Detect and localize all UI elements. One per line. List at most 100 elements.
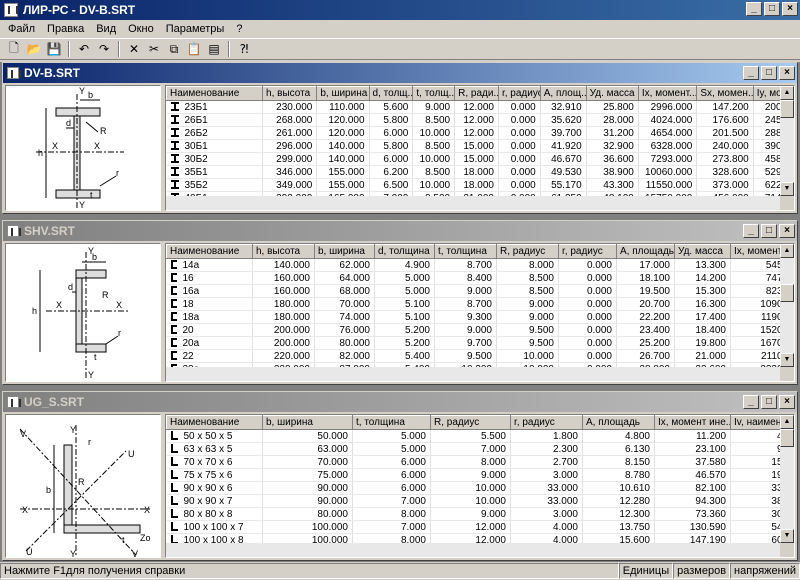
column-header[interactable]: h, высота — [252, 244, 315, 259]
value-cell[interactable]: 50.000 — [262, 429, 353, 443]
value-cell[interactable]: 64.000 — [314, 271, 375, 285]
value-cell[interactable]: 25.800 — [586, 100, 639, 114]
table-row[interactable]: 30Б1 296.000 140.000 5.800 8.500 15.000 0.000 4… — [166, 139, 794, 153]
value-cell[interactable]: 9.000 — [434, 323, 497, 337]
menu-window[interactable]: Окно — [122, 23, 160, 35]
value-cell[interactable]: 13.300 — [674, 258, 731, 272]
value-cell[interactable]: 110.000 — [316, 100, 370, 114]
table-row[interactable]: 35Б1 346.000 155.000 6.200 8.500 18.000 0.000 4… — [166, 165, 794, 179]
value-cell[interactable]: 5.000 — [374, 271, 435, 285]
column-header[interactable]: b, ширина — [262, 415, 353, 430]
section-name-cell[interactable]: 26Б1 — [166, 113, 264, 127]
table-row[interactable]: 16а 160.000 68.000 5.000 9.000 8.500 0.000 19.5… — [166, 284, 794, 298]
close-button[interactable]: × — [782, 2, 798, 16]
horizontal-scrollbar[interactable] — [166, 367, 780, 381]
value-cell[interactable]: 80.000 — [314, 336, 375, 350]
table-row[interactable]: 80 x 80 x 8 80.000 8.000 9.000 3.000 12.300 73… — [166, 507, 794, 521]
table-row[interactable]: 35Б2 349.000 155.000 6.500 10.000 18.000 0.000… — [166, 178, 794, 192]
scroll-down-button[interactable]: ▼ — [780, 529, 794, 543]
section-name-cell[interactable]: 20 — [166, 323, 253, 337]
table-row[interactable]: 90 x 90 x 7 90.000 7.000 10.000 33.000 12.280… — [166, 494, 794, 508]
undo-icon[interactable]: ↶ — [74, 40, 94, 58]
value-cell[interactable]: 2.300 — [510, 442, 583, 456]
value-cell[interactable]: 273.800 — [696, 152, 754, 166]
maximize-button[interactable]: □ — [761, 395, 777, 409]
horizontal-scrollbar[interactable] — [166, 196, 780, 210]
paste-special-icon[interactable]: ▤ — [204, 40, 224, 58]
close-button[interactable]: × — [779, 395, 795, 409]
column-header[interactable]: Уд. масса — [585, 86, 639, 101]
value-cell[interactable]: 49.530 — [540, 165, 587, 179]
value-cell[interactable]: 9.300 — [434, 310, 497, 324]
value-cell[interactable]: 90.000 — [262, 481, 353, 495]
value-cell[interactable]: 328.600 — [696, 165, 754, 179]
value-cell[interactable]: 201.500 — [696, 126, 754, 140]
table-row[interactable]: 100 x 100 x 7 100.000 7.000 12.000 4.000 13.7… — [166, 520, 794, 534]
value-cell[interactable]: 176.600 — [696, 113, 754, 127]
value-cell[interactable]: 33.000 — [510, 481, 583, 495]
value-cell[interactable]: 200.000 — [252, 336, 315, 350]
value-cell[interactable]: 5.100 — [374, 297, 435, 311]
table-row[interactable]: 26Б2 261.000 120.000 6.000 10.000 12.000 0.000… — [166, 126, 794, 140]
maximize-button[interactable]: □ — [761, 224, 777, 238]
section-name-cell[interactable]: 35Б1 — [166, 165, 264, 179]
value-cell[interactable]: 9.500 — [496, 323, 559, 337]
value-cell[interactable]: 3.000 — [510, 507, 583, 521]
value-cell[interactable]: 0.000 — [558, 349, 617, 363]
value-cell[interactable]: 147.200 — [696, 100, 754, 114]
value-cell[interactable]: 0.000 — [498, 100, 541, 114]
column-header[interactable]: Наименование — [166, 244, 253, 259]
value-cell[interactable]: 70.000 — [314, 297, 375, 311]
value-cell[interactable]: 8.700 — [434, 258, 497, 272]
value-cell[interactable]: 120.000 — [316, 113, 370, 127]
value-cell[interactable]: 21.000 — [674, 349, 731, 363]
value-cell[interactable]: 9.000 — [434, 284, 497, 298]
value-cell[interactable]: 268.000 — [262, 113, 318, 127]
column-header[interactable]: b, ширина — [314, 244, 375, 259]
column-header[interactable]: Ix, момент... — [637, 86, 698, 101]
value-cell[interactable]: 220.000 — [252, 349, 315, 363]
value-cell[interactable]: 8.000 — [496, 258, 559, 272]
value-cell[interactable]: 7.000 — [352, 520, 431, 534]
section-name-cell[interactable]: 90 x 90 x 7 — [166, 494, 263, 508]
value-cell[interactable]: 23.100 — [654, 442, 731, 456]
table-row[interactable]: 18а 180.000 74.000 5.100 9.300 9.000 0.000 22.2… — [166, 310, 794, 324]
value-cell[interactable]: 26.700 — [616, 349, 675, 363]
value-cell[interactable]: 349.000 — [262, 178, 318, 192]
column-header[interactable]: t, толщина — [434, 244, 497, 259]
scroll-thumb[interactable] — [780, 100, 794, 118]
value-cell[interactable]: 6.500 — [369, 178, 414, 192]
menu-edit[interactable]: Правка — [41, 23, 90, 35]
value-cell[interactable]: 46.570 — [654, 468, 731, 482]
table-row[interactable]: 18 180.000 70.000 5.100 8.700 9.000 0.000 20.70… — [166, 297, 794, 311]
value-cell[interactable]: 46.670 — [540, 152, 587, 166]
table-row[interactable]: 22 220.000 82.000 5.400 9.500 10.000 0.000 26.7… — [166, 349, 794, 363]
value-cell[interactable]: 9.500 — [434, 349, 497, 363]
value-cell[interactable]: 12.280 — [582, 494, 655, 508]
section-name-cell[interactable]: 22 — [166, 349, 253, 363]
close-button[interactable]: × — [779, 224, 795, 238]
value-cell[interactable]: 8.400 — [434, 271, 497, 285]
value-cell[interactable]: 82.000 — [314, 349, 375, 363]
value-cell[interactable]: 299.000 — [262, 152, 318, 166]
column-header[interactable]: b, ширина — [316, 86, 370, 101]
window-titlebar[interactable]: UG_S.SRT _ □ × — [3, 392, 797, 412]
value-cell[interactable]: 6.000 — [352, 481, 431, 495]
section-name-cell[interactable]: 30Б2 — [166, 152, 264, 166]
window-titlebar[interactable]: SHV.SRT _ □ × — [3, 221, 797, 241]
value-cell[interactable]: 25.200 — [616, 336, 675, 350]
value-cell[interactable]: 8.500 — [412, 113, 456, 127]
value-cell[interactable]: 8.500 — [412, 165, 456, 179]
value-cell[interactable]: 0.000 — [558, 310, 617, 324]
table-row[interactable]: 23Б1 230.000 110.000 5.600 9.000 12.000 0.000 3… — [166, 100, 794, 114]
value-cell[interactable]: 0.000 — [558, 323, 617, 337]
section-name-cell[interactable]: 20а — [166, 336, 253, 350]
scroll-up-button[interactable]: ▲ — [780, 415, 794, 429]
value-cell[interactable]: 12.000 — [430, 520, 511, 534]
menu-view[interactable]: Вид — [90, 23, 122, 35]
column-header[interactable]: R, радиус — [496, 244, 559, 259]
value-cell[interactable]: 5.800 — [369, 139, 414, 153]
value-cell[interactable]: 7293.000 — [638, 152, 698, 166]
delete-icon[interactable]: ✕ — [124, 40, 144, 58]
value-cell[interactable]: 10060.000 — [638, 165, 698, 179]
